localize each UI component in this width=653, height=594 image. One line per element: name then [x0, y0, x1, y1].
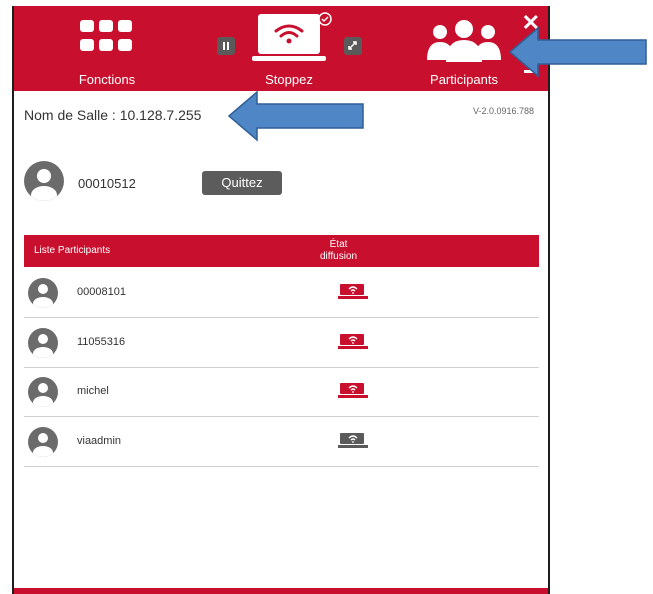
participant-avatar — [28, 377, 58, 407]
laptop-screen — [258, 14, 320, 54]
check-badge-icon — [318, 12, 332, 26]
participant-row[interactable]: 11055316 — [24, 318, 539, 368]
participants-label[interactable]: Participants — [414, 72, 514, 87]
participant-avatar — [28, 327, 58, 358]
participants-table-header: Liste Participants État diffusion — [24, 235, 539, 267]
broadcast-status-icon[interactable] — [338, 432, 368, 449]
room-annotation-arrow — [227, 90, 364, 142]
participant-name: 00008101 — [77, 286, 126, 298]
participants-annotation-arrow — [508, 26, 647, 78]
self-id: 00010512 — [78, 176, 136, 191]
participants-icon[interactable] — [426, 20, 502, 62]
self-avatar — [24, 161, 64, 201]
broadcast-state-column-header: État diffusion — [320, 239, 358, 262]
functions-grid-icon[interactable] — [78, 18, 134, 54]
pause-icon — [223, 42, 229, 50]
participant-avatar — [28, 426, 58, 457]
participant-avatar — [28, 278, 58, 308]
participant-row[interactable]: 00008101 — [24, 268, 539, 318]
broadcast-status-icon[interactable] — [338, 383, 368, 399]
broadcast-status-icon[interactable] — [338, 284, 368, 300]
participants-column-header: Liste Participants — [34, 245, 111, 256]
top-toolbar: Fonctions Stoppez Participants ✕ — [14, 6, 548, 91]
participant-name: 11055316 — [77, 335, 126, 348]
pause-button[interactable] — [217, 37, 235, 55]
stop-label[interactable]: Stoppez — [246, 72, 332, 87]
broadcast-status-icon[interactable] — [338, 333, 368, 350]
expand-icon — [348, 41, 357, 50]
wifi-icon — [274, 24, 304, 44]
bottom-bar — [14, 588, 548, 594]
participant-row[interactable]: michel — [24, 367, 539, 417]
fullscreen-button[interactable] — [344, 37, 362, 55]
participant-row[interactable]: viaadmin — [24, 417, 539, 467]
functions-label[interactable]: Fonctions — [64, 72, 150, 87]
version-text: V-2.0.0916.788 — [472, 106, 534, 116]
quit-button[interactable]: Quittez — [202, 171, 282, 195]
room-name: Nom de Salle : 10.128.7.255 — [24, 107, 202, 123]
stop-broadcast-button[interactable] — [252, 12, 332, 61]
participant-name: viaadmin — [77, 434, 122, 447]
participant-name: michel — [77, 385, 109, 397]
